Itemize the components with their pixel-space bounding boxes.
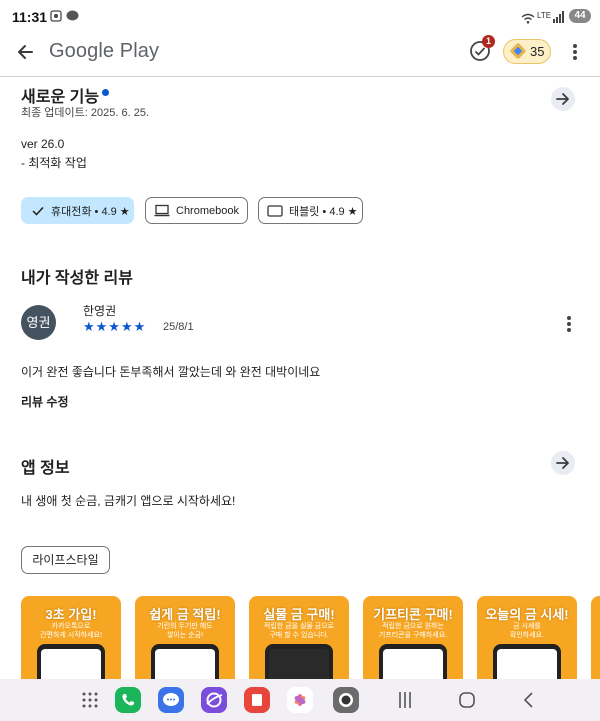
home-button[interactable] bbox=[458, 691, 476, 714]
notification-badge: 1 bbox=[482, 35, 495, 48]
review-stars: ★★★★★ bbox=[83, 319, 147, 334]
status-time: 11:31 bbox=[12, 9, 48, 25]
category-chip[interactable]: 라이프스타일 bbox=[21, 546, 110, 574]
last-updated: 최종 업데이트: 2025. 6. 25. bbox=[21, 107, 149, 119]
notes-app-icon[interactable] bbox=[244, 687, 270, 713]
arrow-forward-icon bbox=[556, 93, 569, 105]
avatar: 영권 bbox=[21, 305, 56, 340]
app-description: 내 생애 첫 순금, 금캐기 앱으로 시작하세요! bbox=[21, 494, 236, 508]
arrow-forward-icon bbox=[556, 457, 569, 469]
whats-new-arrow-button[interactable] bbox=[551, 87, 575, 111]
version-text: ver 26.0 bbox=[21, 137, 65, 151]
app-drawer-icon[interactable] bbox=[82, 692, 98, 713]
messages-app-icon[interactable] bbox=[158, 687, 184, 713]
app-info-heading: 앱 정보 bbox=[21, 460, 70, 477]
nav-back-button[interactable] bbox=[522, 691, 534, 714]
talk-icon bbox=[66, 10, 79, 25]
chip-phone[interactable]: 휴대전화 • 4.9 ★ bbox=[21, 197, 134, 224]
chip-chromebook[interactable]: Chromebook bbox=[145, 197, 248, 224]
recents-icon bbox=[399, 692, 411, 708]
review-author: 한영권 bbox=[83, 304, 117, 318]
edit-review-button[interactable]: 리뷰 수정 bbox=[21, 393, 69, 410]
navigation-bar bbox=[0, 679, 600, 721]
app-info-arrow-button[interactable] bbox=[551, 451, 575, 475]
review-body: 이거 완전 좋습니다 돈부족해서 깔았는데 와 완전 대박이네요 bbox=[21, 365, 321, 379]
release-note: - 최적화 작업 bbox=[21, 156, 87, 170]
google-play-logo: Google Play bbox=[49, 40, 160, 62]
screenshot-title: 기프티콘 구매! bbox=[373, 607, 453, 622]
screenshot-subtitle: 적립한 금을 실물 금으로 구매 할 수 있습니다. bbox=[263, 623, 335, 639]
new-indicator-dot bbox=[102, 89, 109, 96]
network-type: LTE bbox=[537, 11, 552, 20]
check-icon bbox=[32, 206, 44, 216]
back-button[interactable] bbox=[12, 38, 40, 66]
internet-app-icon[interactable] bbox=[201, 687, 227, 713]
status-bar: 11:31 LTE 44 bbox=[0, 0, 600, 34]
arrow-back-icon bbox=[18, 45, 33, 59]
screenshot-subtitle: 적립한 금으로 원하는 기프티콘을 구매하세요. bbox=[378, 623, 448, 639]
signal-icon bbox=[553, 10, 565, 28]
screenshot-subtitle: 카카오톡으로 간편하게 시작하세요! bbox=[40, 623, 102, 639]
review-date: 25/8/1 bbox=[163, 321, 194, 333]
play-points-button[interactable]: 35 bbox=[503, 39, 551, 64]
battery-indicator: 44 bbox=[569, 9, 591, 23]
camera-app-icon[interactable] bbox=[333, 687, 359, 713]
my-review-heading: 내가 작성한 리뷰 bbox=[21, 270, 133, 287]
screenshot-title: 오늘의 금 시세! bbox=[485, 607, 569, 622]
recent-apps-button[interactable] bbox=[398, 691, 412, 714]
play-points-count: 35 bbox=[530, 44, 545, 59]
screenshot-title: 3초 가입! bbox=[45, 607, 97, 622]
screenshot-title: 실물 금 구매! bbox=[263, 607, 335, 622]
phone-app-icon[interactable] bbox=[115, 687, 141, 713]
chip-chromebook-label: Chromebook bbox=[176, 204, 239, 217]
laptop-icon bbox=[154, 204, 170, 217]
chip-tablet[interactable]: 태블릿 • 4.9 ★ bbox=[258, 197, 363, 224]
app-bar-divider bbox=[0, 76, 600, 77]
more-options-button[interactable] bbox=[565, 41, 585, 63]
review-more-button[interactable] bbox=[559, 314, 579, 332]
tablet-icon bbox=[267, 204, 283, 217]
wifi-icon bbox=[521, 11, 535, 29]
screenshot-subtitle: 금 시세를 확인하세요. bbox=[509, 623, 545, 639]
screenshot-title: 쉽게 금 적립! bbox=[149, 607, 221, 622]
chip-tablet-label: 태블릿 • 4.9 ★ bbox=[289, 205, 358, 218]
screenshot-subtitle: 기린의 두기만 해도 쌓이는 순금! bbox=[157, 623, 213, 639]
home-icon bbox=[459, 692, 475, 708]
gallery-app-icon[interactable] bbox=[287, 687, 313, 713]
chevron-left-icon bbox=[523, 692, 533, 708]
screenshot-icon bbox=[50, 10, 62, 25]
chip-phone-label: 휴대전화 • 4.9 ★ bbox=[51, 205, 130, 218]
